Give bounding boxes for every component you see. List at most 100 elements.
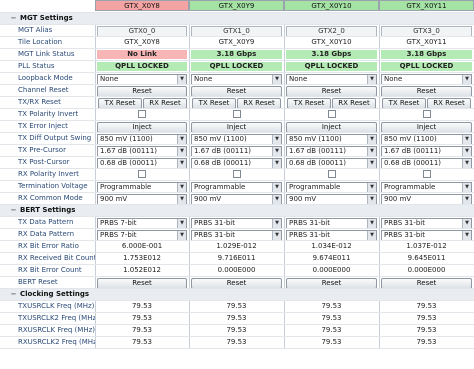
tx_error_inject-button[interactable]: Inject xyxy=(191,122,282,132)
tx_diff_swing-select[interactable]: 850 mV (1100) ▼ xyxy=(97,134,187,144)
chevron-down-icon[interactable]: ▼ xyxy=(177,219,186,228)
tx_polarity-checkbox[interactable] xyxy=(422,109,431,118)
rx_common_mode-select[interactable]: 900 mV ▼ xyxy=(381,194,472,204)
chevron-down-icon[interactable]: ▼ xyxy=(272,147,281,156)
chevron-down-icon[interactable]: ▼ xyxy=(367,147,376,156)
tx_error_inject-button[interactable]: Inject xyxy=(97,122,187,132)
channel_reset-button[interactable]: Reset xyxy=(191,86,282,96)
chevron-down-icon[interactable]: ▼ xyxy=(177,135,186,144)
tx_pre_cursor-select[interactable]: 1.67 dB (00111) ▼ xyxy=(286,146,377,156)
tx_error_inject-button[interactable]: Inject xyxy=(286,122,377,132)
rx_polarity-checkbox[interactable] xyxy=(232,169,241,178)
rx_polarity-checkbox[interactable] xyxy=(422,169,431,178)
rx_data_pattern-select[interactable]: PRBS 7-bit ▼ xyxy=(97,230,187,240)
rx_polarity-checkbox[interactable] xyxy=(327,169,336,178)
tx_data_pattern-select[interactable]: PRBS 31-bit ▼ xyxy=(191,218,282,228)
clocking-section-header[interactable]: − Clocking Settings xyxy=(0,289,474,301)
bert_reset-button[interactable]: Reset xyxy=(191,278,282,288)
collapse-icon[interactable]: − xyxy=(2,289,17,300)
channel_reset-button[interactable]: Reset xyxy=(97,86,187,96)
tx_post_cursor-select[interactable]: 0.68 dB (00011) ▼ xyxy=(97,158,187,168)
column-header-0[interactable]: GTX_X0Y8 xyxy=(95,0,189,11)
loopback_mode-select[interactable]: None ▼ xyxy=(97,74,187,84)
bert_reset-button[interactable]: Reset xyxy=(286,278,377,288)
loopback_mode-select[interactable]: None ▼ xyxy=(191,74,282,84)
chevron-down-icon[interactable]: ▼ xyxy=(367,195,376,204)
chevron-down-icon[interactable]: ▼ xyxy=(367,183,376,192)
mgt_alias-field[interactable]: GTX2_0 xyxy=(286,26,377,36)
rx_common_mode-select[interactable]: 900 mV ▼ xyxy=(286,194,377,204)
tx_data_pattern-select[interactable]: PRBS 31-bit ▼ xyxy=(381,218,472,228)
channel_reset-button[interactable]: Reset xyxy=(381,86,472,96)
bert-section-header[interactable]: − BERT Settings xyxy=(0,205,474,217)
tx_diff_swing-select[interactable]: 850 mV (1100) ▼ xyxy=(381,134,472,144)
chevron-down-icon[interactable]: ▼ xyxy=(272,159,281,168)
mgt_alias-field[interactable]: GTX3_0 xyxy=(381,26,472,36)
tx-reset-button[interactable]: TX Reset xyxy=(287,98,331,108)
chevron-down-icon[interactable]: ▼ xyxy=(272,219,281,228)
rx_data_pattern-select[interactable]: PRBS 31-bit ▼ xyxy=(286,230,377,240)
rx-reset-button[interactable]: RX Reset xyxy=(143,98,187,108)
tx_data_pattern-select[interactable]: PRBS 7-bit ▼ xyxy=(97,218,187,228)
column-header-1[interactable]: GTX_X0Y9 xyxy=(189,0,284,11)
chevron-down-icon[interactable]: ▼ xyxy=(367,159,376,168)
termination_voltage-select[interactable]: Programmable ▼ xyxy=(191,182,282,192)
chevron-down-icon[interactable]: ▼ xyxy=(367,135,376,144)
rx_data_pattern-select[interactable]: PRBS 31-bit ▼ xyxy=(191,230,282,240)
chevron-down-icon[interactable]: ▼ xyxy=(272,231,281,240)
tx_post_cursor-select[interactable]: 0.68 dB (00011) ▼ xyxy=(286,158,377,168)
chevron-down-icon[interactable]: ▼ xyxy=(462,195,471,204)
rx-reset-button[interactable]: RX Reset xyxy=(427,98,471,108)
chevron-down-icon[interactable]: ▼ xyxy=(177,147,186,156)
tx_diff_swing-select[interactable]: 850 mV (1100) ▼ xyxy=(191,134,282,144)
chevron-down-icon[interactable]: ▼ xyxy=(462,231,471,240)
tx_polarity-checkbox[interactable] xyxy=(327,109,336,118)
tx_post_cursor-select[interactable]: 0.68 dB (00011) ▼ xyxy=(191,158,282,168)
chevron-down-icon[interactable]: ▼ xyxy=(177,75,186,84)
chevron-down-icon[interactable]: ▼ xyxy=(462,147,471,156)
collapse-icon[interactable]: − xyxy=(2,205,17,216)
chevron-down-icon[interactable]: ▼ xyxy=(462,219,471,228)
chevron-down-icon[interactable]: ▼ xyxy=(177,231,186,240)
mgt_alias-field[interactable]: GTX1_0 xyxy=(191,26,282,36)
loopback_mode-select[interactable]: None ▼ xyxy=(381,74,472,84)
rx_polarity-checkbox[interactable] xyxy=(138,169,146,178)
chevron-down-icon[interactable]: ▼ xyxy=(177,183,186,192)
tx-reset-button[interactable]: TX Reset xyxy=(98,98,142,108)
termination_voltage-select[interactable]: Programmable ▼ xyxy=(97,182,187,192)
chevron-down-icon[interactable]: ▼ xyxy=(177,159,186,168)
tx_diff_swing-select[interactable]: 850 mV (1100) ▼ xyxy=(286,134,377,144)
chevron-down-icon[interactable]: ▼ xyxy=(367,75,376,84)
chevron-down-icon[interactable]: ▼ xyxy=(272,135,281,144)
rx_common_mode-select[interactable]: 900 mV ▼ xyxy=(97,194,187,204)
chevron-down-icon[interactable]: ▼ xyxy=(272,183,281,192)
mgt_alias-field[interactable]: GTX0_0 xyxy=(97,26,187,36)
chevron-down-icon[interactable]: ▼ xyxy=(462,183,471,192)
loopback_mode-select[interactable]: None ▼ xyxy=(286,74,377,84)
channel_reset-button[interactable]: Reset xyxy=(286,86,377,96)
column-header-2[interactable]: GTX_X0Y10 xyxy=(284,0,379,11)
tx-reset-button[interactable]: TX Reset xyxy=(192,98,236,108)
rx-reset-button[interactable]: RX Reset xyxy=(332,98,376,108)
tx_pre_cursor-select[interactable]: 1.67 dB (00111) ▼ xyxy=(381,146,472,156)
bert_reset-button[interactable]: Reset xyxy=(97,278,187,288)
tx-reset-button[interactable]: TX Reset xyxy=(382,98,426,108)
termination_voltage-select[interactable]: Programmable ▼ xyxy=(286,182,377,192)
chevron-down-icon[interactable]: ▼ xyxy=(367,231,376,240)
column-header-3[interactable]: GTX_X0Y11 xyxy=(379,0,474,11)
termination_voltage-select[interactable]: Programmable ▼ xyxy=(381,182,472,192)
bert_reset-button[interactable]: Reset xyxy=(381,278,472,288)
chevron-down-icon[interactable]: ▼ xyxy=(177,195,186,204)
chevron-down-icon[interactable]: ▼ xyxy=(462,135,471,144)
mgt-section-header[interactable]: − MGT Settings xyxy=(0,13,474,25)
chevron-down-icon[interactable]: ▼ xyxy=(272,75,281,84)
chevron-down-icon[interactable]: ▼ xyxy=(462,75,471,84)
tx_polarity-checkbox[interactable] xyxy=(232,109,241,118)
tx_error_inject-button[interactable]: Inject xyxy=(381,122,472,132)
chevron-down-icon[interactable]: ▼ xyxy=(272,195,281,204)
tx_pre_cursor-select[interactable]: 1.67 dB (00111) ▼ xyxy=(191,146,282,156)
tx_data_pattern-select[interactable]: PRBS 31-bit ▼ xyxy=(286,218,377,228)
rx_data_pattern-select[interactable]: PRBS 31-bit ▼ xyxy=(381,230,472,240)
tx_pre_cursor-select[interactable]: 1.67 dB (00111) ▼ xyxy=(97,146,187,156)
chevron-down-icon[interactable]: ▼ xyxy=(462,159,471,168)
